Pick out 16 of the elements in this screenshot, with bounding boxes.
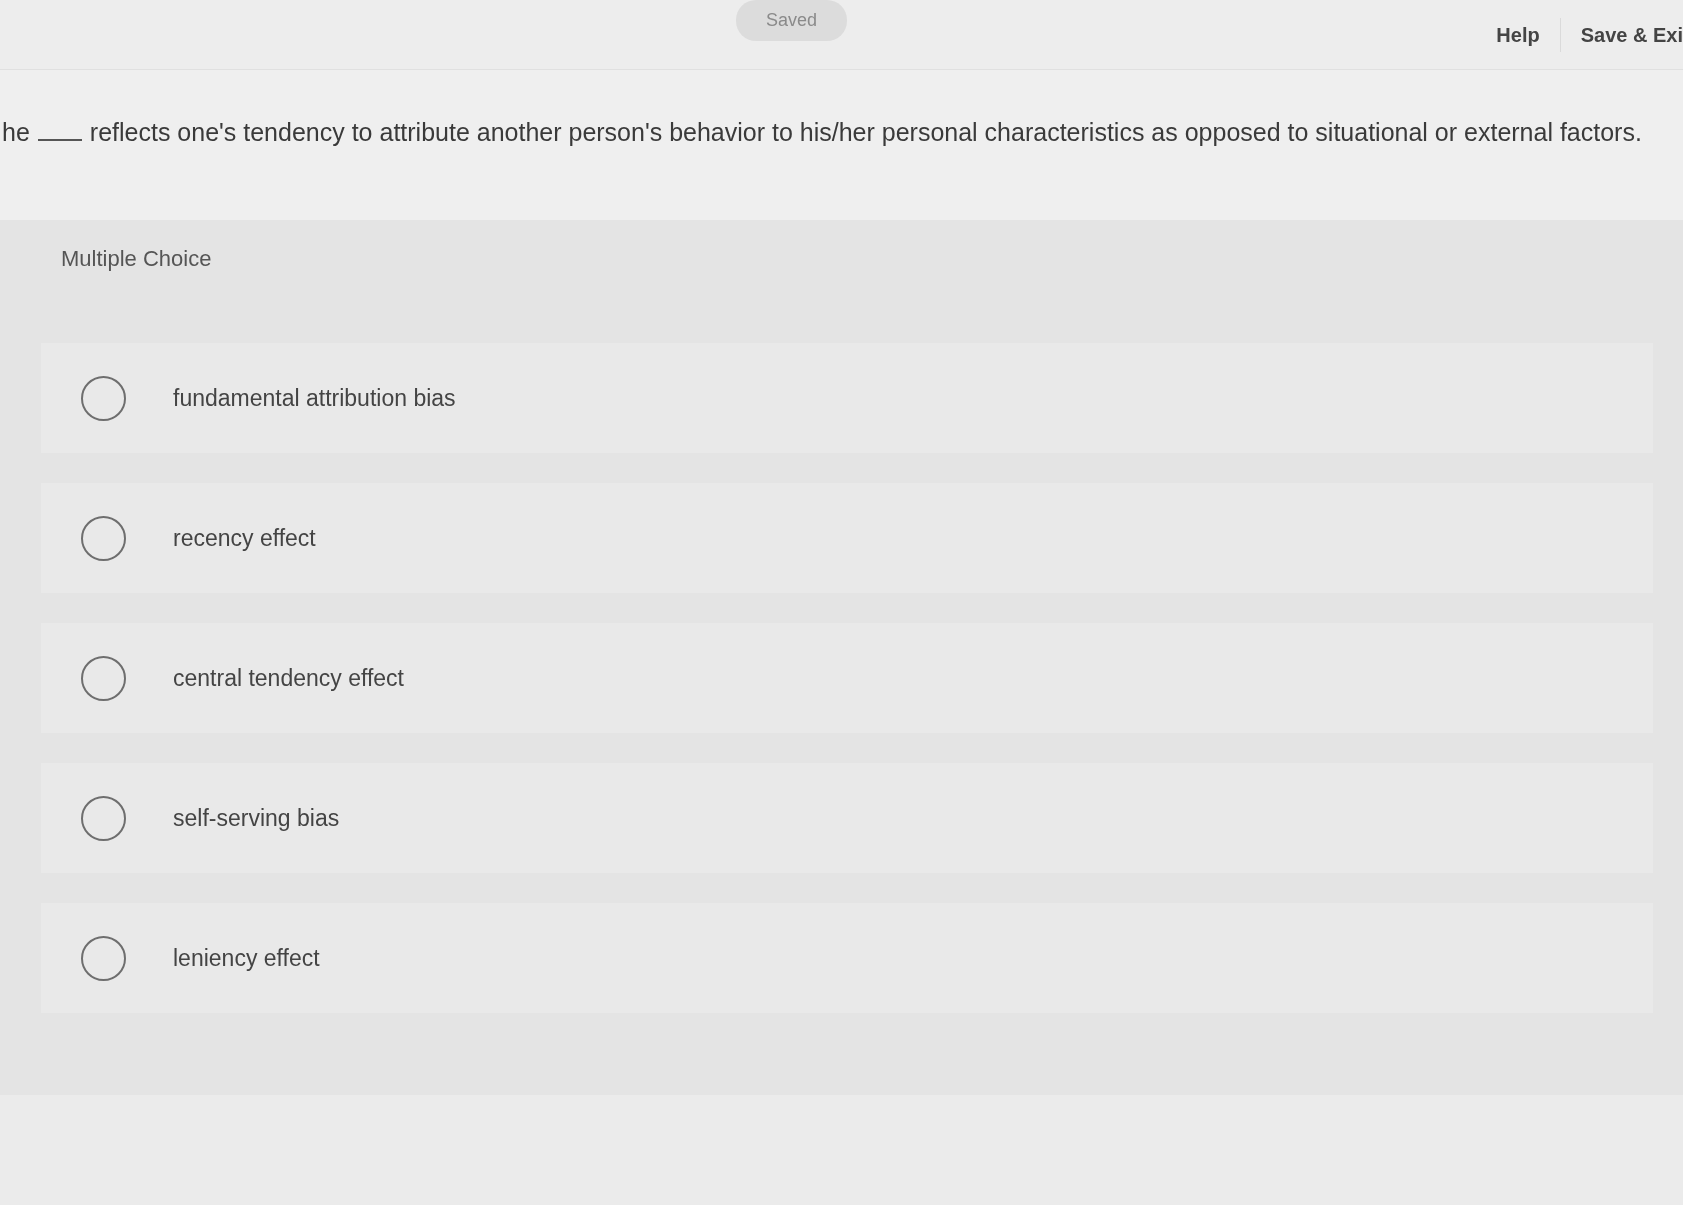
option-label: leniency effect <box>173 943 320 973</box>
radio-button[interactable] <box>81 515 126 561</box>
help-link[interactable]: Help <box>1496 20 1540 50</box>
option-label: recency effect <box>173 523 316 553</box>
option-label: central tendency effect <box>173 663 404 693</box>
question-start: he <box>2 117 30 148</box>
question-type-label: Multiple Choice <box>61 246 212 272</box>
radio-button[interactable] <box>81 655 126 701</box>
option-label: fundamental attribution bias <box>173 383 456 413</box>
radio-button[interactable] <box>81 375 126 421</box>
option-label: self-serving bias <box>173 803 340 833</box>
save-exit-link[interactable]: Save & Exi <box>1580 20 1683 50</box>
radio-button[interactable] <box>81 935 126 981</box>
question-text: reflects one's tendency to attribute another person's behavior to his/her personal characteristics as opposed to situational or external factors. <box>89 117 1642 148</box>
saved-status: Saved <box>736 0 848 41</box>
radio-button[interactable] <box>81 795 126 841</box>
